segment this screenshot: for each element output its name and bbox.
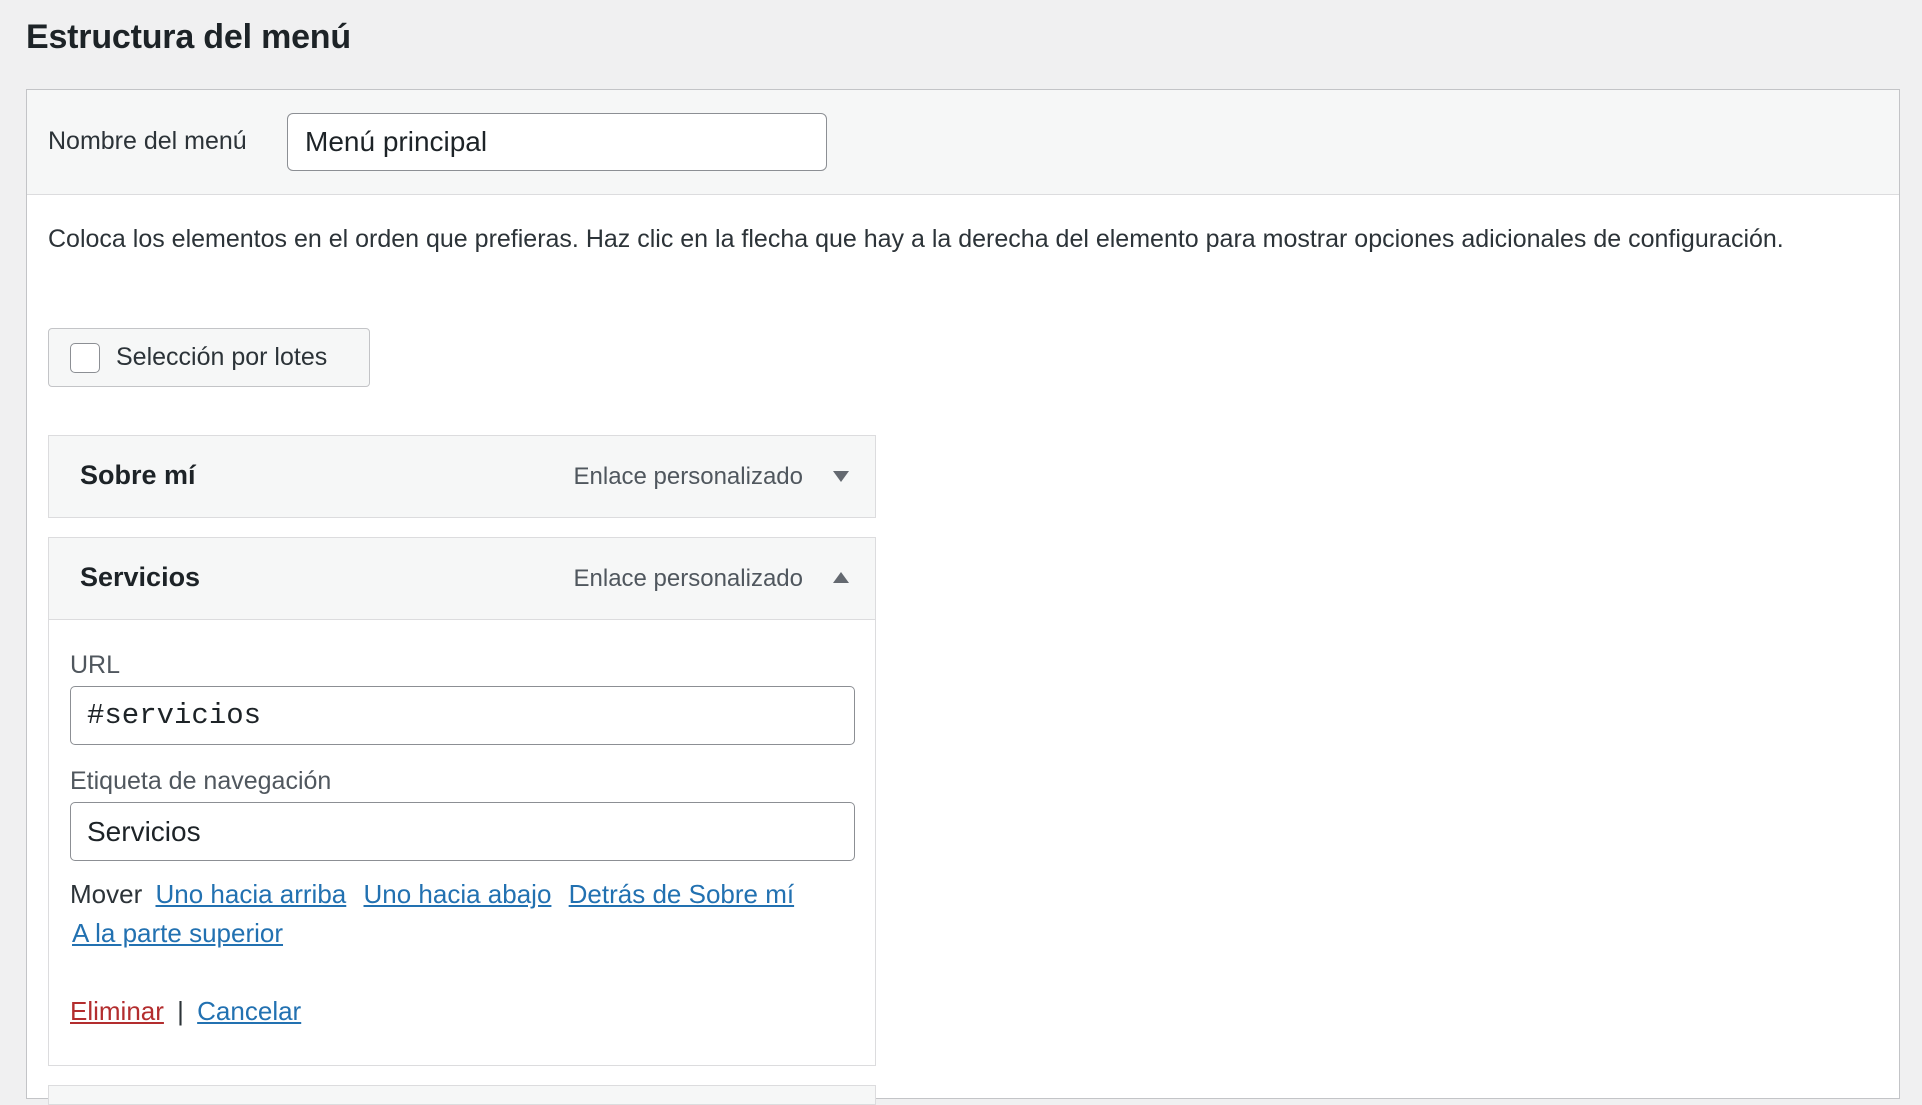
menu-name-label: Nombre del menú <box>48 127 247 155</box>
move-under-link[interactable]: Detrás de Sobre mí <box>569 879 794 909</box>
menu-item-servicios[interactable]: Servicios Enlace personalizado URL Etiqu… <box>48 537 876 1066</box>
move-top-link[interactable]: A la parte superior <box>72 918 283 948</box>
menu-item-type: Enlace personalizado <box>573 463 804 490</box>
url-input[interactable] <box>70 686 855 745</box>
menu-name-input[interactable] <box>287 113 827 171</box>
menu-structure-panel: Nombre del menú Coloca los elementos en … <box>26 89 1900 1105</box>
item-actions: Eliminar | Cancelar <box>70 996 301 1027</box>
delete-link[interactable]: Eliminar <box>70 996 164 1026</box>
nav-label-label: Etiqueta de navegación <box>70 767 332 795</box>
menu-item-next[interactable] <box>48 1085 876 1105</box>
nav-label-input[interactable] <box>70 802 855 861</box>
menu-item-bar[interactable]: Servicios Enlace personalizado <box>49 538 875 619</box>
actions-separator: | <box>177 996 184 1026</box>
url-label: URL <box>70 651 121 679</box>
menu-item-bar[interactable]: Sobre mí Enlace personalizado <box>49 436 875 517</box>
move-controls: Mover Uno hacia arriba Uno hacia abajo D… <box>70 875 860 953</box>
triangle-down-icon[interactable] <box>829 464 853 488</box>
instructions-text: Coloca los elementos en el orden que pre… <box>48 225 1784 253</box>
bulk-select-checkbox[interactable] <box>70 342 100 373</box>
triangle-up-icon[interactable] <box>829 566 853 590</box>
bulk-select-toggle[interactable]: Selección por lotes <box>48 328 370 387</box>
cancel-link[interactable]: Cancelar <box>197 996 301 1026</box>
move-down-link[interactable]: Uno hacia abajo <box>364 879 552 909</box>
move-label: Mover <box>70 879 143 909</box>
menu-item-title: Servicios <box>80 562 201 592</box>
bulk-select-label: Selección por lotes <box>116 343 328 371</box>
menu-item-settings: URL Etiqueta de navegación Mover Uno hac… <box>49 619 875 1065</box>
menu-item-sobre-mi[interactable]: Sobre mí Enlace personalizado <box>48 435 876 518</box>
move-up-link[interactable]: Uno hacia arriba <box>155 879 346 909</box>
menu-header: Nombre del menú <box>27 90 1899 195</box>
menu-item-type: Enlace personalizado <box>573 565 804 592</box>
page-title: Estructura del menú <box>26 18 351 56</box>
menu-item-title: Sobre mí <box>80 460 196 490</box>
